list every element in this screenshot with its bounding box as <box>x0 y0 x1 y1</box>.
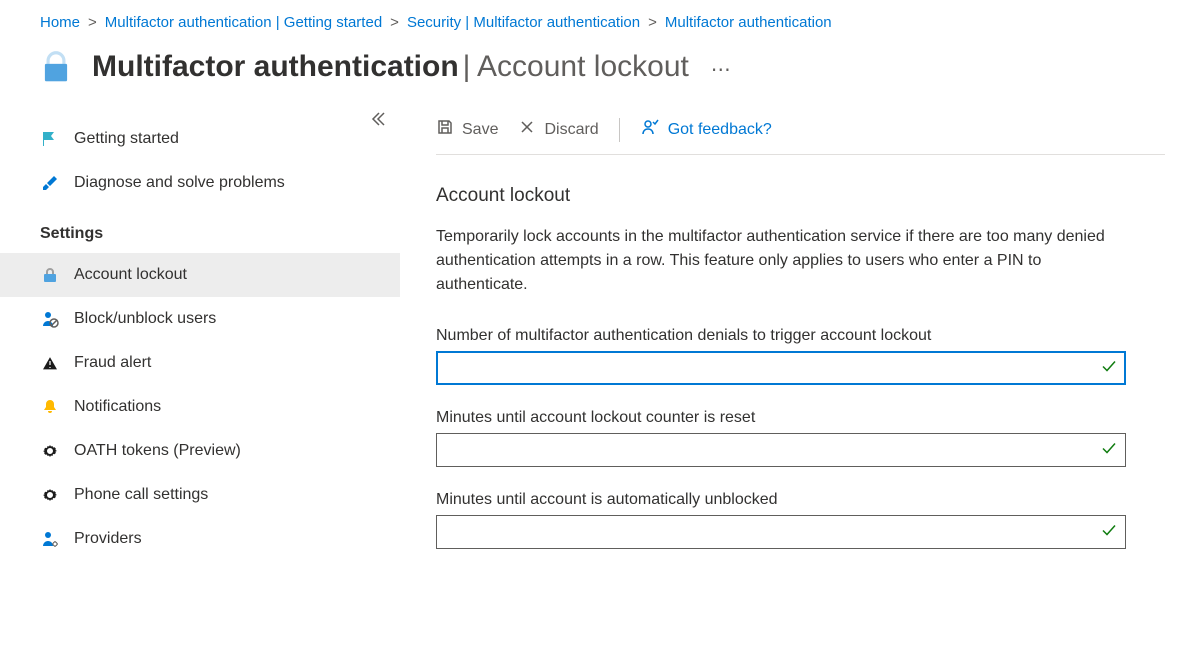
save-button[interactable]: Save <box>436 118 498 141</box>
user-gear-icon <box>40 529 60 549</box>
lock-icon <box>36 47 76 87</box>
section-description: Temporarily lock accounts in the multifa… <box>436 225 1116 297</box>
toolbar: Save Discard Got feedback? <box>436 107 1165 155</box>
breadcrumb-sep: > <box>648 14 657 31</box>
save-label: Save <box>462 121 498 139</box>
sidebar-item-diagnose[interactable]: Diagnose and solve problems <box>0 161 400 205</box>
checkmark-icon <box>1100 440 1118 461</box>
page-title: Multifactor authentication <box>92 50 459 83</box>
gear-icon <box>40 441 60 461</box>
sidebar-item-label: Notifications <box>74 398 161 416</box>
sidebar-item-label: OATH tokens (Preview) <box>74 442 241 460</box>
main-content: Save Discard Got feedback? Account locko… <box>400 107 1177 657</box>
toolbar-separator <box>619 118 620 142</box>
feedback-button[interactable]: Got feedback? <box>640 117 772 142</box>
denials-input[interactable] <box>436 351 1126 385</box>
sidebar-item-label: Block/unblock users <box>74 310 216 328</box>
more-menu-button[interactable]: ⋯ <box>711 59 733 81</box>
section-title: Account lockout <box>436 185 1177 207</box>
breadcrumb-link-security-mfa[interactable]: Security | Multifactor authentication <box>407 14 640 31</box>
sidebar-item-label: Fraud alert <box>74 354 151 372</box>
sidebar-item-oath-tokens[interactable]: OATH tokens (Preview) <box>0 429 400 473</box>
lock-icon <box>40 265 60 285</box>
feedback-icon <box>640 117 660 142</box>
breadcrumb-sep: > <box>88 14 97 31</box>
close-icon <box>518 118 536 141</box>
warning-icon <box>40 353 60 373</box>
sidebar-item-fraud-alert[interactable]: Fraud alert <box>0 341 400 385</box>
sidebar-item-providers[interactable]: Providers <box>0 517 400 561</box>
checkmark-icon <box>1100 522 1118 543</box>
sidebar-section-settings: Settings <box>0 205 400 253</box>
bell-icon <box>40 397 60 417</box>
save-icon <box>436 118 454 141</box>
field-reset-minutes: Minutes until account lockout counter is… <box>436 409 1126 467</box>
breadcrumb-sep: > <box>390 14 399 31</box>
field-label: Minutes until account lockout counter is… <box>436 409 1126 427</box>
collapse-sidebar-button[interactable] <box>370 111 386 132</box>
breadcrumb: Home > Multifactor authentication | Gett… <box>0 0 1177 39</box>
breadcrumb-link-mfa[interactable]: Multifactor authentication <box>665 14 832 31</box>
breadcrumb-link-mfa-getting-started[interactable]: Multifactor authentication | Getting sta… <box>105 14 382 31</box>
user-block-icon <box>40 309 60 329</box>
tools-icon <box>40 173 60 193</box>
sidebar-item-account-lockout[interactable]: Account lockout <box>0 253 400 297</box>
field-unblock-minutes: Minutes until account is automatically u… <box>436 491 1126 549</box>
feedback-label: Got feedback? <box>668 121 772 139</box>
field-label: Minutes until account is automatically u… <box>436 491 1126 509</box>
sidebar-item-label: Providers <box>74 530 142 548</box>
sidebar-item-label: Account lockout <box>74 266 187 284</box>
sidebar-item-phone-call[interactable]: Phone call settings <box>0 473 400 517</box>
discard-label: Discard <box>544 121 598 139</box>
reset-minutes-input[interactable] <box>436 433 1126 467</box>
gear-icon <box>40 485 60 505</box>
sidebar-item-label: Phone call settings <box>74 486 208 504</box>
sidebar-item-label: Diagnose and solve problems <box>74 174 285 192</box>
sidebar: Getting started Diagnose and solve probl… <box>0 107 400 657</box>
field-denials-trigger: Number of multifactor authentication den… <box>436 327 1126 385</box>
field-label: Number of multifactor authentication den… <box>436 327 1126 345</box>
flag-icon <box>40 129 60 149</box>
sidebar-item-block-unblock[interactable]: Block/unblock users <box>0 297 400 341</box>
page-header: Multifactor authentication | Account loc… <box>0 39 1177 107</box>
sidebar-item-label: Getting started <box>74 130 179 148</box>
unblock-minutes-input[interactable] <box>436 515 1126 549</box>
page-subtitle: | Account lockout <box>463 50 689 83</box>
sidebar-item-getting-started[interactable]: Getting started <box>0 117 400 161</box>
discard-button[interactable]: Discard <box>518 118 598 141</box>
checkmark-icon <box>1100 358 1118 379</box>
breadcrumb-link-home[interactable]: Home <box>40 14 80 31</box>
sidebar-item-notifications[interactable]: Notifications <box>0 385 400 429</box>
